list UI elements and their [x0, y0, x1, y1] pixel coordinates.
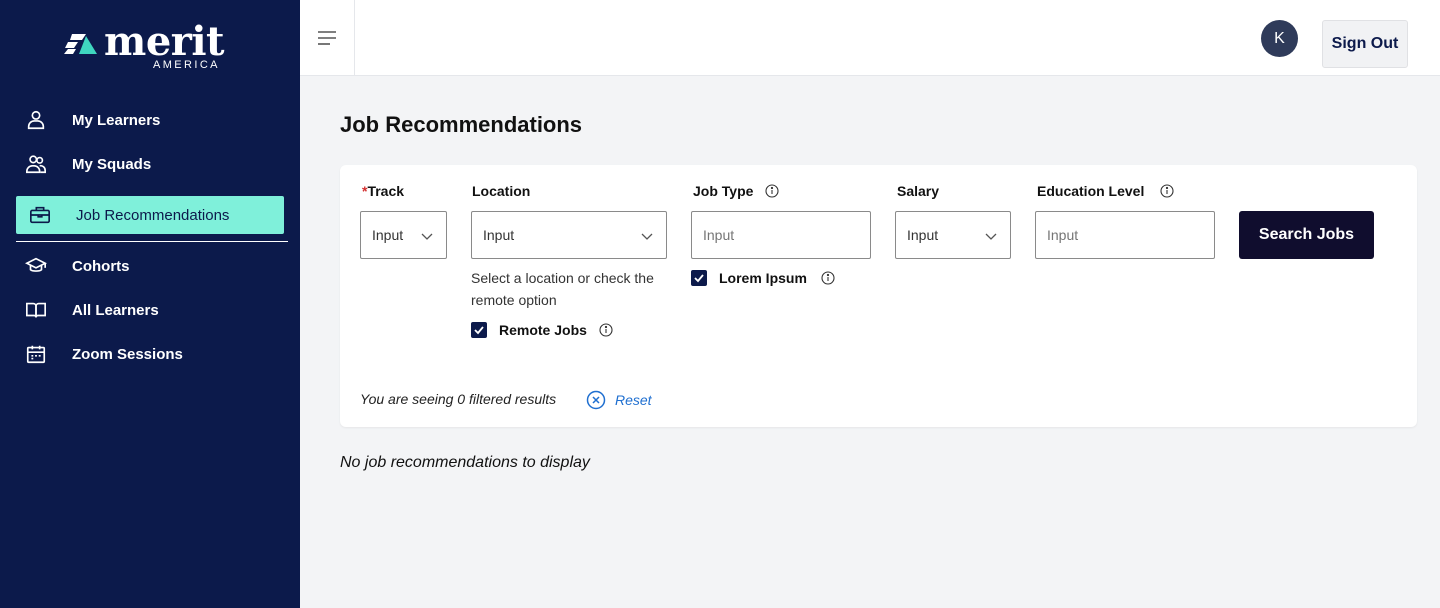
info-icon[interactable]: [821, 271, 835, 285]
users-icon: [24, 152, 48, 176]
sidebar-item-cohorts[interactable]: Cohorts: [24, 246, 288, 286]
menu-toggle-button[interactable]: [300, 0, 355, 76]
education-level-label-text: Education Level: [1037, 183, 1145, 199]
top-header: K Sign Out: [300, 0, 1440, 76]
reset-label: Reset: [615, 392, 652, 408]
chevron-down-icon: [985, 233, 997, 240]
sidebar-item-label: My Learners: [72, 111, 161, 129]
info-icon[interactable]: [599, 323, 613, 337]
salary-select[interactable]: Input: [895, 211, 1011, 259]
lorem-ipsum-checkbox[interactable]: Lorem Ipsum: [691, 270, 835, 286]
search-jobs-button[interactable]: Search Jobs: [1239, 211, 1374, 259]
merit-america-logo[interactable]: merit AMERICA: [64, 18, 234, 74]
job-type-text-input[interactable]: [703, 227, 870, 243]
track-label: * Track: [362, 183, 404, 199]
avatar[interactable]: K: [1261, 20, 1298, 57]
page-title: Job Recommendations: [340, 112, 583, 137]
remote-jobs-label: Remote Jobs: [499, 322, 587, 338]
empty-state-text: No job recommendations to display: [340, 454, 590, 471]
checkbox-checked-icon: [691, 270, 707, 286]
book-open-icon: [24, 298, 48, 322]
info-icon[interactable]: [1160, 184, 1174, 198]
sidebar-item-zoom-sessions[interactable]: Zoom Sessions: [24, 334, 288, 374]
location-select[interactable]: Input: [471, 211, 667, 259]
location-label: Location: [472, 183, 531, 199]
sidebar-item-label: My Squads: [72, 155, 152, 173]
sidebar-item-my-learners[interactable]: My Learners: [24, 100, 288, 140]
location-helper-text: Select a location or check the remote op…: [471, 270, 654, 308]
briefcase-icon: [28, 203, 52, 227]
graduation-cap-icon: [24, 254, 48, 278]
checkbox-checked-icon: [471, 322, 487, 338]
sidebar-item-label: Cohorts: [72, 257, 130, 275]
education-level-label: Education Level: [1037, 183, 1174, 199]
track-select[interactable]: Input: [360, 211, 447, 259]
reset-button[interactable]: Reset: [586, 390, 652, 410]
nav-divider: [16, 241, 288, 242]
filter-card: * Track Input Location Input Select a loc…: [340, 165, 1417, 427]
chevron-down-icon: [421, 233, 433, 240]
salary-select-value: Input: [907, 227, 939, 243]
sign-out-button[interactable]: Sign Out: [1322, 20, 1408, 68]
job-type-input[interactable]: [691, 211, 871, 259]
remote-jobs-checkbox[interactable]: Remote Jobs: [471, 322, 613, 338]
track-label-text: Track: [367, 183, 405, 199]
results-count-text: You are seeing 0 filtered results: [360, 391, 557, 407]
sidebar-item-label: All Learners: [72, 301, 159, 319]
brand-subtitle: AMERICA: [153, 59, 220, 71]
menu-icon: [318, 31, 336, 45]
sidebar-item-job-recommendations[interactable]: Job Recommendations: [16, 196, 284, 234]
sidebar-item-label: Job Recommendations: [76, 206, 230, 224]
salary-label: Salary: [897, 183, 940, 199]
brand-name: merit: [104, 18, 225, 65]
user-icon: [24, 108, 48, 132]
sidebar-item-label: Zoom Sessions: [72, 345, 183, 363]
location-select-value: Input: [483, 227, 515, 243]
job-type-label: Job Type: [693, 183, 779, 199]
chevron-down-icon: [641, 233, 653, 240]
education-level-input[interactable]: [1035, 211, 1215, 259]
merit-logo-mark-icon: [64, 34, 97, 54]
sidebar-item-all-learners[interactable]: All Learners: [24, 290, 288, 330]
sidebar-item-my-squads[interactable]: My Squads: [24, 144, 288, 184]
sidebar: merit AMERICA My Learners My Squads Job …: [0, 0, 300, 608]
track-select-value: Input: [372, 227, 404, 243]
info-icon[interactable]: [765, 184, 779, 198]
avatar-initial: K: [1274, 29, 1285, 47]
close-circle-icon: [586, 390, 606, 410]
calendar-icon: [24, 342, 48, 366]
job-type-label-text: Job Type: [693, 183, 754, 199]
lorem-ipsum-label: Lorem Ipsum: [719, 270, 807, 286]
education-level-text-input[interactable]: [1047, 227, 1214, 243]
